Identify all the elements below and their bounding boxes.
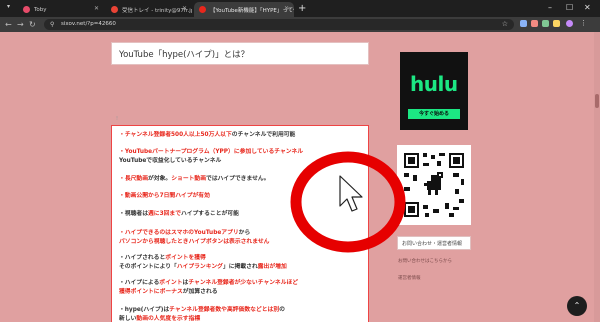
highlight-text: ポイント	[159, 280, 183, 286]
close-icon[interactable]: ✕	[94, 5, 99, 12]
highlight-text: パソコンから視聴したときハイプボタンは表示されません	[119, 239, 270, 245]
menu-dots-icon[interactable]: ⋮	[580, 20, 587, 27]
summary-item: ・チャンネル登録者500人以上50万人以下のチャンネルで利用可能	[119, 131, 295, 140]
summary-item: 新しい動画の人気度を示す指標	[119, 315, 200, 322]
page-scrollbar[interactable]	[594, 32, 600, 322]
summary-item: ・ハイプされるとポイントを獲得	[119, 254, 206, 263]
new-tab-button[interactable]: +	[298, 3, 306, 15]
extension-icon[interactable]	[531, 20, 538, 27]
body-text: YouTubeで収益化しているチャンネル	[119, 158, 222, 164]
minimize-button[interactable]: –	[548, 2, 552, 14]
back-arrow-icon[interactable]: ←	[5, 19, 12, 30]
maximize-button[interactable]: ☐	[566, 2, 573, 14]
highlight-text: チャンネル登録者500人以上50万人以下	[124, 132, 232, 138]
highlight-text: 動画公開から7日間ハイプが有効	[124, 193, 210, 199]
highlight-text: ポイントを獲得	[165, 255, 206, 261]
highlight-text: ショート動画	[171, 176, 207, 182]
article-favicon-icon	[199, 6, 206, 13]
highlight-text: ハイプできるのはスマホのYouTubeアプリ	[124, 230, 239, 236]
profile-avatar-icon[interactable]	[566, 20, 573, 27]
summary-item: ・動画公開から7日間ハイプが有効	[119, 192, 210, 201]
close-window-button[interactable]: ✕	[584, 2, 591, 14]
qr-code-image	[397, 145, 471, 225]
toby-favicon-icon	[23, 6, 30, 13]
forward-arrow-icon[interactable]: →	[17, 19, 24, 30]
body-text: ・ハイプによる	[119, 280, 160, 286]
qr-code-icon	[397, 145, 471, 225]
hulu-logo: hulu	[410, 72, 458, 96]
summary-item: そのポイントにより「ハイプランキング」に掲載され露出が増加	[119, 263, 287, 272]
web-page: YouTube「hype(ハイプ)」とは？ ・チャンネル登録者500人以上50万…	[0, 32, 600, 322]
body-text: の	[279, 307, 285, 313]
start-now-button[interactable]: 今すぐ始める	[408, 109, 460, 119]
body-text: のチャンネルで利用可能	[231, 132, 296, 138]
contact-link[interactable]: お問い合わせはこちらから	[398, 258, 452, 264]
gmail-favicon-icon	[111, 6, 118, 13]
body-text: ではハイプできません。	[206, 176, 270, 182]
reload-icon[interactable]: ↻	[29, 19, 36, 30]
highlight-text: 獲得ポイントにボーナス	[119, 289, 183, 295]
extension-icon[interactable]	[520, 20, 527, 27]
body-text: ハイプすることが可能	[181, 211, 239, 217]
tab-title: 【YouTube新機能】「HYPE」って何	[210, 7, 294, 14]
scroll-to-top-button[interactable]: ⌃	[567, 296, 587, 316]
tab-gmail[interactable]: 受信トレイ - trinity@97fr.jp - 97fr ✕	[106, 2, 192, 17]
contact-widget-title: お問い合わせ・運営者情報	[397, 236, 471, 250]
body-text: ・ハイプされると	[119, 255, 166, 261]
bookmark-star-icon[interactable]: ☆	[502, 20, 508, 29]
stray-mark: !	[116, 116, 119, 122]
tab-strip: ▾ Toby ✕ 受信トレイ - trinity@97fr.jp - 97fr …	[0, 0, 600, 17]
body-text: が対象。	[148, 176, 172, 182]
highlight-text: 長尺動画	[124, 176, 149, 182]
highlight-text: ハイプランキング	[176, 264, 223, 270]
tab-search-icon[interactable]: ▾	[7, 3, 10, 10]
body-text: ・視聴者は	[119, 211, 148, 217]
tab-youtube-article[interactable]: 【YouTube新機能】「HYPE」って何 ✕	[194, 2, 294, 17]
body-text: ・hype(ハイプ)は	[119, 307, 170, 313]
site-info-icon[interactable]: ⚲	[50, 21, 54, 28]
tab-title: Toby	[34, 6, 47, 13]
body-text: 新しい	[119, 316, 137, 322]
extension-icon[interactable]	[553, 20, 560, 27]
address-text: sixov.net/?p=42660	[61, 21, 116, 27]
summary-item: ・ハイプできるのはスマホのYouTubeアプリから	[119, 229, 250, 238]
operator-info-link[interactable]: 運営者情報	[398, 275, 421, 281]
highlight-text: 露出が増加	[257, 264, 287, 270]
body-text: そのポイントにより「	[119, 264, 177, 270]
scrollbar-thumb[interactable]	[595, 94, 599, 108]
hulu-ad-banner[interactable]: hulu 今すぐ始める	[400, 52, 468, 130]
highlight-text: チャンネル登録者数や高評価数などとは別	[169, 307, 280, 313]
body-text: から	[238, 230, 251, 236]
close-icon[interactable]: ✕	[182, 5, 187, 12]
summary-item: YouTubeで収益化しているチャンネル	[119, 157, 221, 166]
summary-item: パソコンから視聴したときハイプボタンは表示されません	[119, 238, 269, 247]
body-text: が加算される	[182, 289, 218, 295]
extension-icon[interactable]	[542, 20, 549, 27]
summary-item: ・YouTubeパートナープログラム（YPP）に参加しているチャンネル	[119, 148, 303, 157]
summary-item: 獲得ポイントにボーナスが加算される	[119, 288, 218, 297]
close-icon[interactable]: ✕	[284, 5, 289, 12]
tab-toby[interactable]: Toby ✕	[18, 2, 104, 17]
summary-box: ・チャンネル登録者500人以上50万人以下のチャンネルで利用可能 ・YouTube…	[111, 125, 369, 322]
highlight-text: YouTubeパートナープログラム（YPP）に参加しているチャンネル	[124, 149, 304, 155]
browser-toolbar: ← → ↻ ⚲ sixov.net/?p=42660 ☆	[0, 17, 600, 32]
highlight-text: 動画の人気度を示す指標	[136, 316, 201, 322]
summary-item: ・視聴者は週に3回までハイプすることが可能	[119, 210, 239, 219]
contact-title-text: お問い合わせ・運営者情報	[402, 241, 463, 247]
section-heading: YouTube「hype(ハイプ)」とは？	[111, 42, 369, 65]
address-bar[interactable]: ⚲ sixov.net/?p=42660 ☆	[44, 19, 514, 30]
highlight-text: チャンネル登録者が少ないチャンネルほど	[188, 280, 299, 286]
summary-item: ・長尺動画が対象。ショート動画ではハイプできません。	[119, 175, 270, 184]
heading-text: YouTube「hype(ハイプ)」とは？	[119, 50, 250, 60]
summary-item: ・hype(ハイプ)はチャンネル登録者数や高評価数などとは別の	[119, 306, 285, 315]
highlight-text: 週に3回まで	[148, 211, 182, 217]
body-text: 」に掲載され	[222, 264, 258, 270]
summary-item: ・ハイプによるポイントはチャンネル登録者が少ないチャンネルほど	[119, 279, 298, 288]
